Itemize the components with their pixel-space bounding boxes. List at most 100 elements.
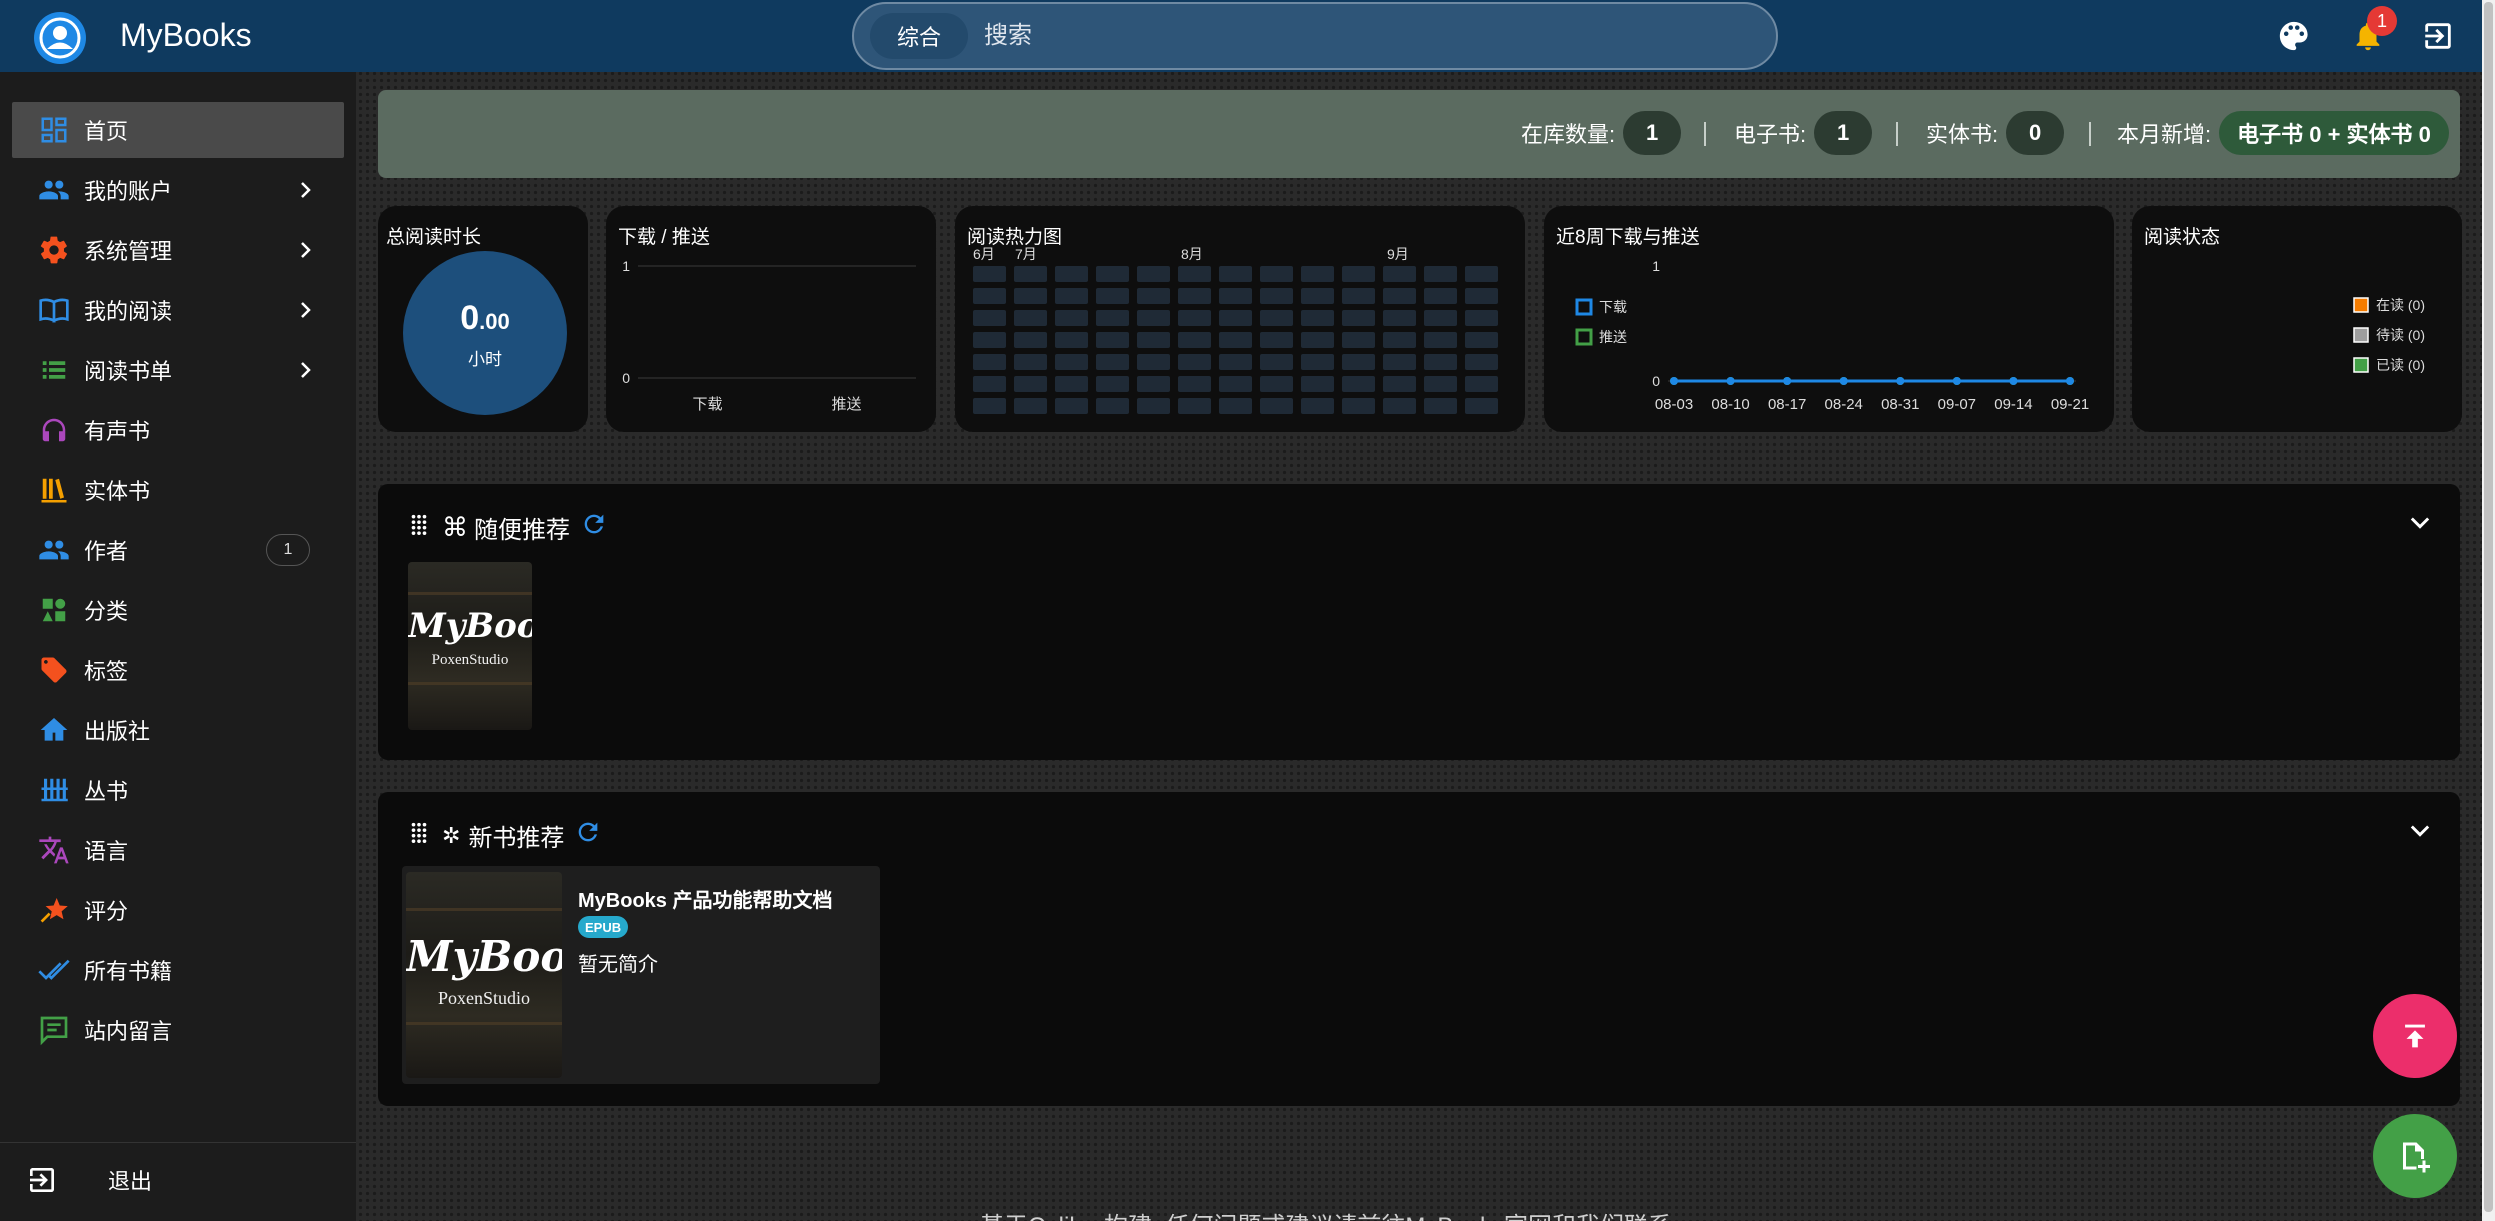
cover-title: MyBooks	[406, 932, 562, 981]
add-file-icon	[2403, 1142, 2430, 1173]
heatmap-cell	[1219, 288, 1252, 304]
heatmap-cell	[1342, 310, 1375, 326]
sidebar-item-authors[interactable]: 作者 1	[12, 522, 344, 578]
series-point	[1839, 377, 1848, 385]
heatmap-cell	[1219, 310, 1252, 326]
logout-top-icon[interactable]	[2418, 16, 2458, 56]
heatmap-cell	[1260, 332, 1293, 348]
sidebar-item-languages[interactable]: 语言	[12, 822, 344, 878]
sidebar-item-my-reading[interactable]: 我的阅读	[12, 282, 344, 338]
drag-handle-icon[interactable]	[408, 513, 430, 542]
sidebar-item-system[interactable]: 系统管理	[12, 222, 344, 278]
notification-badge: 1	[2367, 6, 2397, 36]
sidebar-item-categories[interactable]: 分类	[12, 582, 344, 638]
scrollbar-thumb[interactable]	[2484, 2, 2493, 1212]
heatmap-cell	[1383, 354, 1416, 370]
collapse-chevron-icon[interactable]	[2406, 508, 2434, 541]
chat-icon	[36, 1012, 72, 1048]
heatmap-cell	[1137, 332, 1170, 348]
sidebar-item-audiobooks[interactable]: 有声书	[12, 402, 344, 458]
heatmap-cell	[1219, 398, 1252, 414]
search-scope-selector[interactable]: 综合	[870, 13, 968, 59]
stat-separator	[1704, 122, 1706, 146]
book-cover[interactable]: MyBooks PoxenStudio	[406, 872, 562, 1078]
sidebar-item-tags[interactable]: 标签	[12, 642, 344, 698]
heatmap-cell	[1465, 376, 1498, 392]
heatmap-cell	[1178, 288, 1211, 304]
author-count-badge: 1	[266, 534, 310, 566]
refresh-icon[interactable]	[574, 818, 602, 853]
heatmap-cell	[1465, 398, 1498, 414]
stat-label: 实体书:	[1926, 122, 1999, 147]
stat-ebook: 电子书: 1	[1734, 110, 1873, 156]
heatmap-cell	[1342, 376, 1375, 392]
reading-status-chart: 在读 (0) 待读 (0) 已读 (0)	[2353, 297, 2425, 373]
heatmap-cell	[1219, 332, 1252, 348]
heatmap-cell	[1137, 376, 1170, 392]
series-point	[2066, 377, 2074, 385]
heatmap-cell	[1301, 354, 1334, 370]
heatmap-cell	[1424, 310, 1457, 326]
user-avatar-icon[interactable]	[34, 12, 86, 64]
stat-physical: 实体书: 0	[1926, 110, 2065, 156]
sidebar-item-publishers[interactable]: 出版社	[12, 702, 344, 758]
stat-in-stock: 在库数量: 1	[1521, 110, 1682, 156]
drag-handle-icon[interactable]	[408, 821, 430, 850]
heatmap-cell	[1014, 332, 1047, 348]
heatmap-cell	[1014, 266, 1047, 282]
sidebar-item-ratings[interactable]: 评分	[12, 882, 344, 938]
sidebar-item-home[interactable]: 首页	[12, 102, 344, 158]
book-title[interactable]: MyBooks 产品功能帮助文档	[578, 884, 832, 913]
cover-subtitle: PoxenStudio	[437, 988, 530, 1008]
heatmap-cell	[1055, 398, 1088, 414]
heatmap-cell	[1055, 354, 1088, 370]
stat-label: 在库数量:	[1521, 122, 1616, 147]
heatmap-cell	[1260, 354, 1293, 370]
add-book-fab-button[interactable]	[2373, 1114, 2457, 1198]
heatmap-cell	[1178, 354, 1211, 370]
heatmap-cell	[1260, 288, 1293, 304]
palette-icon[interactable]	[2274, 16, 2314, 56]
sidebar-item-series[interactable]: 丛书	[12, 762, 344, 818]
sidebar-item-label: 系统管理	[84, 239, 173, 264]
download-push-chart: 1 0 下载 推送	[622, 258, 916, 413]
sidebar-item-label: 实体书	[84, 479, 151, 504]
sidebar-item-account[interactable]: 我的账户	[12, 162, 344, 218]
heatmap-cell	[1178, 376, 1211, 392]
card-heatmap: 阅读热力图 6月 7月 8月 9月	[955, 206, 1525, 432]
heatmap-cell	[1055, 288, 1088, 304]
sidebar-logout-button[interactable]: 退出	[0, 1152, 356, 1208]
sidebar-item-reading-list[interactable]: 阅读书单	[12, 342, 344, 398]
sidebar-item-all-books[interactable]: 所有书籍	[12, 942, 344, 998]
page-scrollbar[interactable]	[2482, 0, 2495, 1221]
refresh-icon[interactable]	[580, 510, 608, 545]
heatmap-cell	[1137, 354, 1170, 370]
heatmap-cell	[1383, 288, 1416, 304]
reading-heatmap-grid	[973, 266, 1498, 414]
book-cover[interactable]: MyBooks PoxenStudio	[408, 562, 532, 730]
list-icon	[36, 352, 72, 388]
y-tick-label: 0	[622, 370, 630, 386]
search-input[interactable]	[984, 16, 1744, 56]
sidebar-item-physical-books[interactable]: 实体书	[12, 462, 344, 518]
book-card[interactable]: MyBooks PoxenStudio MyBooks 产品功能帮助文档 EPU…	[402, 866, 880, 1084]
heatmap-cell	[973, 266, 1006, 282]
heatmap-cell	[1055, 376, 1088, 392]
heatmap-cell	[973, 376, 1006, 392]
heatmap-cell	[1178, 332, 1211, 348]
chevron-right-icon	[290, 235, 320, 265]
sidebar-item-label: 作者	[84, 539, 129, 564]
cover-shelf	[408, 592, 532, 595]
upload-fab-button[interactable]	[2373, 994, 2457, 1078]
heatmap-cell	[1383, 266, 1416, 282]
stat-separator	[2089, 122, 2091, 146]
sidebar-item-messages[interactable]: 站内留言	[12, 1002, 344, 1058]
chevron-right-icon	[290, 175, 320, 205]
panel-header: ✲ 新书推荐	[408, 818, 602, 853]
shapes-icon	[36, 592, 72, 628]
heatmap-cell	[1260, 310, 1293, 326]
heatmap-cell	[1055, 266, 1088, 282]
collapse-chevron-icon[interactable]	[2406, 816, 2434, 849]
sidebar-item-label: 所有书籍	[84, 959, 173, 984]
heatmap-cell	[1424, 376, 1457, 392]
